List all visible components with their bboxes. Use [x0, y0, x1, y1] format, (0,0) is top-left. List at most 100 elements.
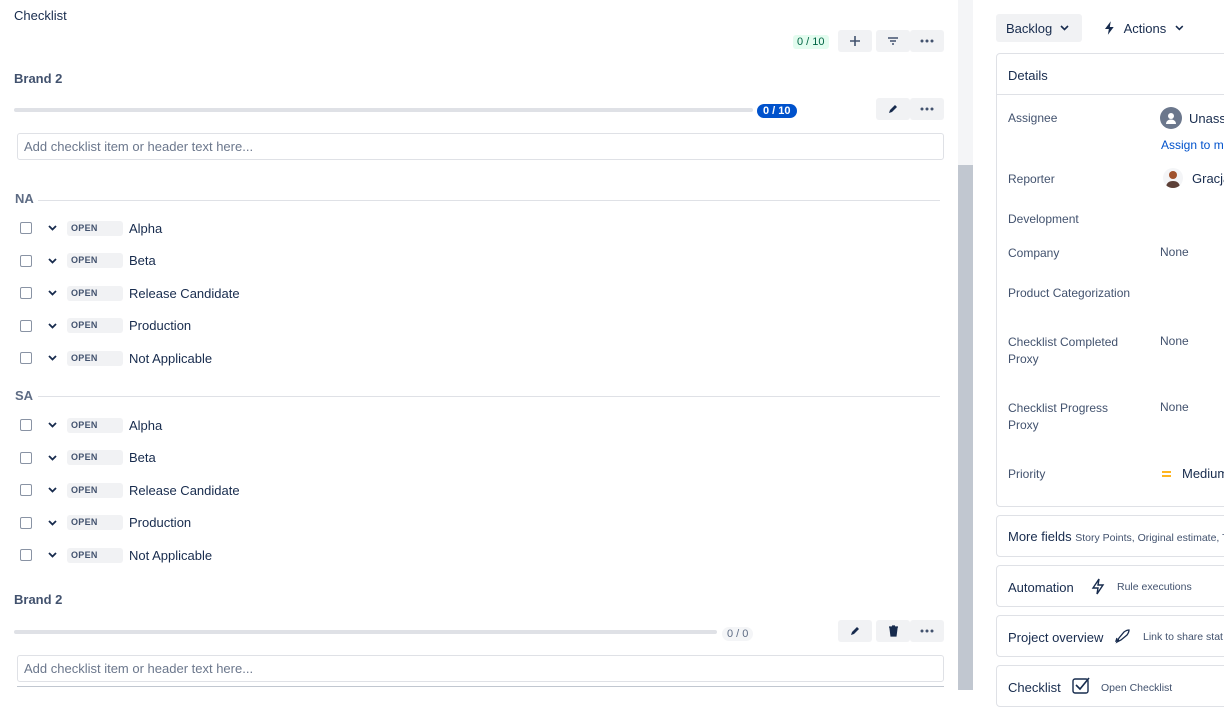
- brand-progress-badge: 0 / 10: [757, 102, 797, 118]
- item-label[interactable]: Not Applicable: [129, 548, 212, 563]
- item-label[interactable]: Production: [129, 318, 191, 333]
- add-checklist-item-input[interactable]: Add checklist item or header text here..…: [17, 133, 944, 160]
- item-checkbox[interactable]: [20, 516, 32, 529]
- brand-progress-bar: [14, 630, 717, 634]
- item-checkbox[interactable]: [20, 451, 32, 464]
- chevron-down-icon: [48, 355, 57, 361]
- checklist-item: OPEN Not Applicable: [13, 544, 613, 566]
- checklist-more-button[interactable]: [910, 30, 944, 52]
- status-badge[interactable]: OPEN: [67, 450, 123, 465]
- item-checkbox[interactable]: [20, 419, 32, 431]
- assignee-value[interactable]: Unassi: [1189, 111, 1224, 126]
- status-badge[interactable]: OPEN: [67, 285, 123, 301]
- delete-brand-button[interactable]: [876, 620, 910, 642]
- item-label[interactable]: Beta: [129, 450, 156, 465]
- priority-value[interactable]: Medium: [1182, 466, 1224, 481]
- item-label[interactable]: Beta: [129, 253, 156, 268]
- item-checkbox[interactable]: [20, 352, 32, 364]
- checklist-progress-value[interactable]: None: [1160, 400, 1189, 414]
- section-divider: [38, 396, 940, 397]
- chevron-down-icon: [1175, 25, 1184, 31]
- more-fields-card[interactable]: More fields Story Points, Original estim…: [996, 515, 1224, 557]
- item-checkbox[interactable]: [20, 549, 32, 561]
- expand-toggle[interactable]: [48, 519, 58, 526]
- priority-label: Priority: [1008, 467, 1046, 481]
- checklist-title: Checklist: [14, 8, 67, 23]
- checklist-item: OPEN Production: [13, 512, 613, 534]
- item-checkbox[interactable]: [20, 254, 32, 267]
- checklist-completed-value[interactable]: None: [1160, 334, 1189, 348]
- status-badge[interactable]: OPEN: [67, 417, 123, 433]
- bottom-divider: [17, 686, 944, 687]
- more-fields-summary: Story Points, Original estimate, T: [1075, 532, 1224, 544]
- edit-brand-button[interactable]: [838, 620, 872, 642]
- more-icon: [920, 629, 934, 633]
- item-checkbox[interactable]: [20, 222, 32, 234]
- expand-toggle[interactable]: [48, 487, 58, 493]
- assign-to-me-link[interactable]: Assign to m: [1161, 138, 1224, 152]
- expand-toggle[interactable]: [48, 552, 58, 558]
- item-checkbox[interactable]: [20, 319, 32, 332]
- add-checklist-item-input[interactable]: Add checklist item or header text here..…: [17, 655, 944, 682]
- brand-progress-label: 0 / 10: [757, 104, 797, 118]
- status-badge[interactable]: OPEN: [67, 220, 123, 236]
- add-item-button[interactable]: [838, 30, 872, 52]
- item-label[interactable]: Not Applicable: [129, 351, 212, 366]
- section-divider: [38, 200, 940, 201]
- automation-title: Automation: [1008, 580, 1074, 595]
- automation-summary: Rule executions: [1117, 581, 1192, 593]
- expand-toggle[interactable]: [48, 454, 58, 461]
- development-label: Development: [1008, 212, 1079, 226]
- filter-icon: [888, 37, 898, 45]
- pencil-icon: [851, 627, 859, 635]
- chevron-down-icon: [1060, 25, 1069, 31]
- checklist-item: OPEN Production: [13, 315, 613, 337]
- status-badge[interactable]: OPEN: [67, 318, 123, 333]
- item-label[interactable]: Release Candidate: [129, 483, 240, 498]
- checklist-card-title: Checklist: [1008, 680, 1061, 695]
- more-icon: [920, 39, 934, 43]
- expand-toggle[interactable]: [48, 355, 58, 361]
- scrollbar-thumb[interactable]: [958, 165, 973, 690]
- status-badge[interactable]: OPEN: [67, 482, 123, 498]
- expand-toggle[interactable]: [48, 290, 58, 296]
- status-badge[interactable]: OPEN: [67, 515, 123, 530]
- item-label[interactable]: Release Candidate: [129, 286, 240, 301]
- priority-medium-icon: [1161, 467, 1172, 482]
- checklist-item: OPEN Not Applicable: [13, 347, 613, 369]
- actions-button[interactable]: Actions: [1094, 14, 1194, 42]
- chevron-down-icon: [48, 422, 57, 428]
- checklist-item: OPEN Beta: [13, 447, 613, 469]
- details-divider: [997, 94, 1224, 95]
- item-label[interactable]: Production: [129, 515, 191, 530]
- reporter-value[interactable]: Gracja: [1192, 171, 1224, 186]
- status-dropdown-button[interactable]: Backlog: [996, 14, 1082, 42]
- open-checklist-link[interactable]: Open Checklist: [1101, 682, 1172, 694]
- item-label[interactable]: Alpha: [129, 221, 162, 236]
- brand-more-button[interactable]: [910, 620, 944, 642]
- filter-button[interactable]: [876, 30, 910, 52]
- item-checkbox[interactable]: [20, 287, 32, 299]
- expand-toggle[interactable]: [48, 422, 58, 428]
- expand-toggle[interactable]: [48, 322, 58, 329]
- status-badge[interactable]: OPEN: [67, 350, 123, 366]
- edit-brand-button[interactable]: [876, 98, 910, 120]
- brand-progress-label: 0 / 0: [722, 627, 754, 641]
- status-badge[interactable]: OPEN: [67, 253, 123, 268]
- project-overview-card[interactable]: Project overview Link to share stat: [996, 615, 1224, 657]
- checklist-card[interactable]: Checklist Open Checklist: [996, 665, 1224, 707]
- item-label[interactable]: Alpha: [129, 418, 162, 433]
- company-value[interactable]: None: [1160, 245, 1189, 259]
- details-title[interactable]: Details: [1008, 68, 1048, 83]
- chevron-down-icon: [48, 225, 57, 231]
- expand-toggle[interactable]: [48, 225, 58, 231]
- checklist-items-sa: OPEN Alpha OPEN Beta OPEN Release Candid…: [13, 414, 613, 566]
- automation-card[interactable]: Automation Rule executions: [996, 565, 1224, 607]
- status-badge[interactable]: OPEN: [67, 547, 123, 563]
- item-checkbox[interactable]: [20, 484, 32, 496]
- checklist-item: OPEN Alpha: [13, 217, 613, 239]
- details-card: Details Assignee Unassi Assign to m Repo…: [996, 53, 1224, 507]
- expand-toggle[interactable]: [48, 257, 58, 264]
- more-icon: [920, 107, 934, 111]
- brand-more-button[interactable]: [910, 98, 944, 120]
